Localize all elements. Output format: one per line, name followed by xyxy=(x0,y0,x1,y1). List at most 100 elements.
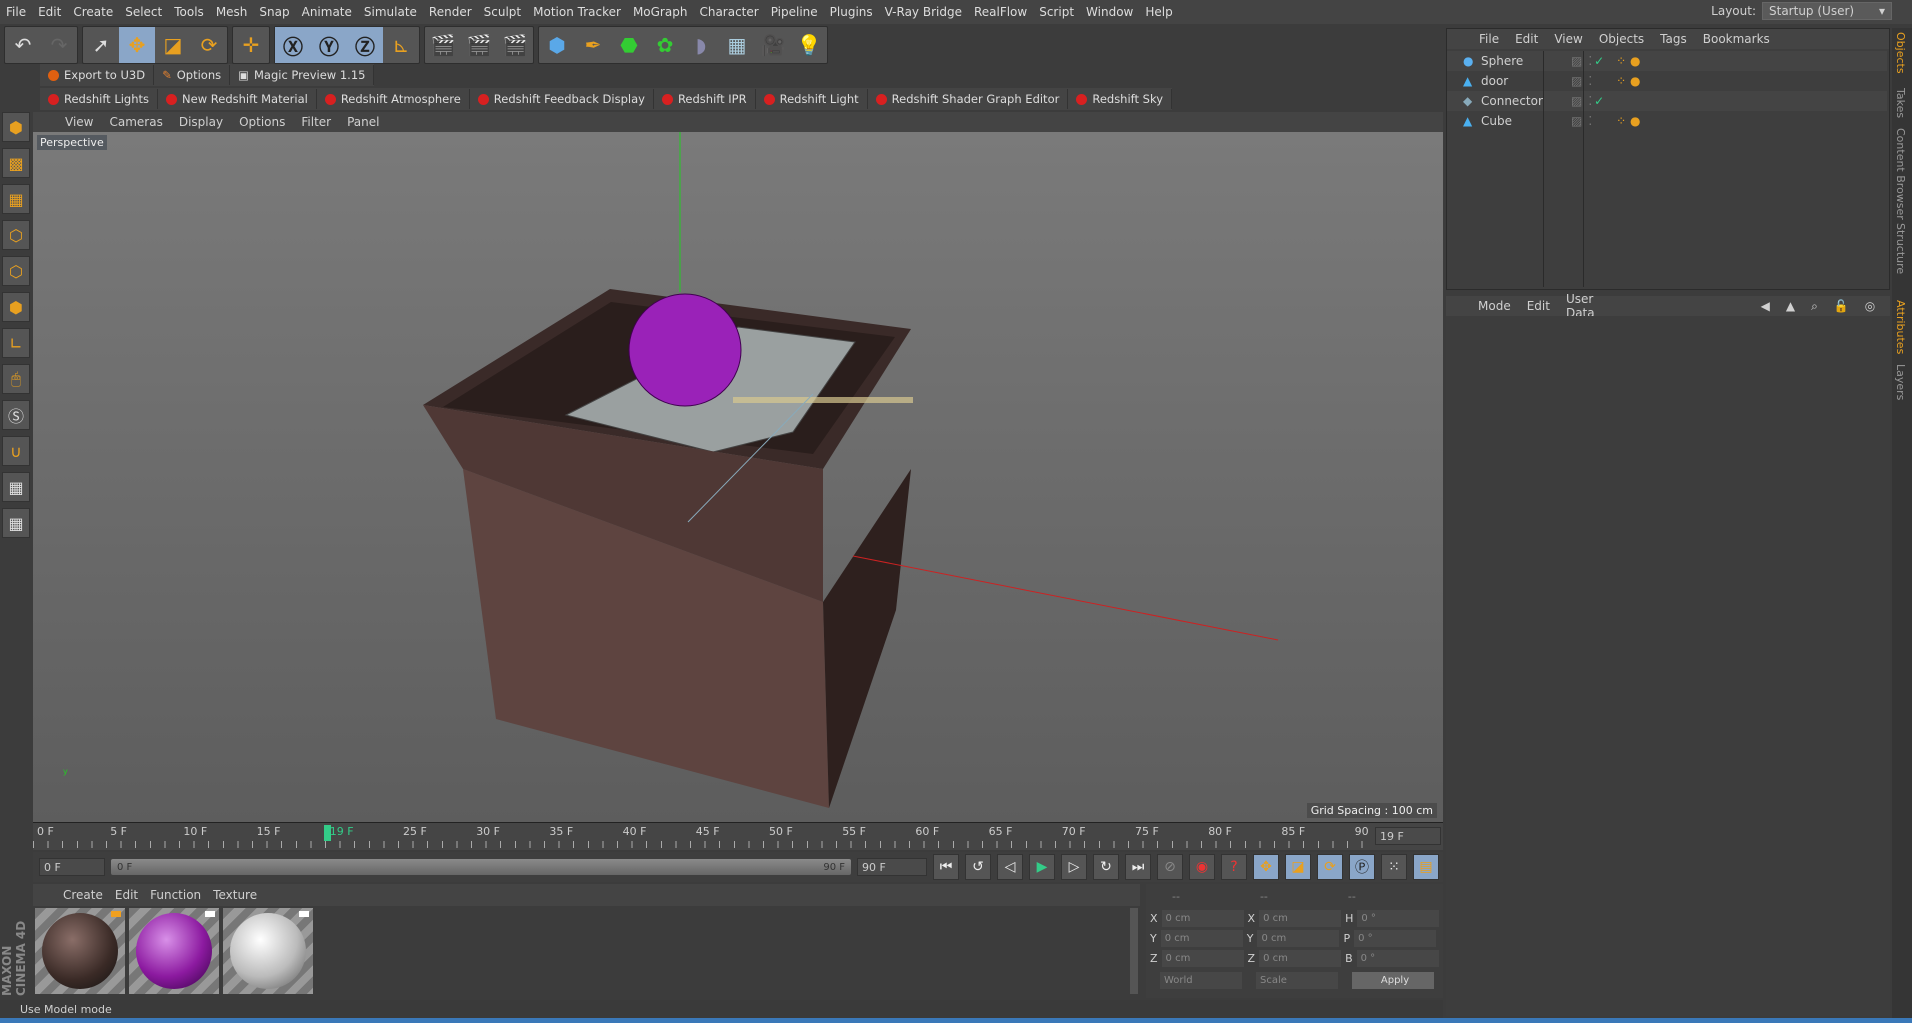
range-slider[interactable]: 0 F 90 F xyxy=(111,859,851,875)
model-mode-icon[interactable]: ⬢ xyxy=(2,112,30,142)
up-arrow-icon[interactable]: ▲ xyxy=(1778,299,1803,313)
lock-icon[interactable]: 🔓 xyxy=(1826,299,1857,313)
go-to-start-icon[interactable]: ⏮ xyxy=(933,854,959,880)
tweak-icon[interactable]: 🖱 xyxy=(2,364,30,394)
go-to-end-icon[interactable]: ⏭ xyxy=(1125,854,1151,880)
keyframe-help-icon[interactable]: ? xyxy=(1221,854,1247,880)
object-row-connector[interactable]: ◆ Connector ▨ ⁚ ✓ xyxy=(1447,91,1887,111)
attr-menu-mode[interactable]: Mode xyxy=(1470,299,1519,313)
visibility-dots-icon[interactable]: ⁚ xyxy=(1588,114,1592,128)
magic-preview-button[interactable]: ▣ Magic Preview 1.15 xyxy=(230,65,375,85)
redshift-sky-button[interactable]: Redshift Sky xyxy=(1068,89,1173,109)
rot-h-field[interactable]: 0 ° xyxy=(1357,910,1440,927)
render-view-icon[interactable]: 🎬 xyxy=(425,27,461,63)
polygons-mode-icon[interactable]: ⬢ xyxy=(2,292,30,322)
playhead[interactable] xyxy=(324,825,331,841)
y-axis-icon[interactable]: Ⓨ xyxy=(311,27,347,63)
export-u3d-button[interactable]: Export to U3D xyxy=(40,65,155,85)
visibility-dots-icon[interactable]: ⁚ xyxy=(1588,94,1592,108)
rot-b-field[interactable]: 0 ° xyxy=(1356,950,1439,967)
material-menu-texture[interactable]: Texture xyxy=(207,888,263,902)
menu-window[interactable]: Window xyxy=(1080,5,1139,19)
perspective-label[interactable]: Perspective xyxy=(37,135,107,150)
viewport-menu-display[interactable]: Display xyxy=(171,115,231,129)
texture-mode-icon[interactable]: ▩ xyxy=(2,148,30,178)
viewport-menu-filter[interactable]: Filter xyxy=(293,115,339,129)
rot-p-field[interactable]: 0 ° xyxy=(1354,930,1437,947)
tab-takes[interactable]: Takes xyxy=(1894,88,1907,118)
lock-grid-icon[interactable]: ▦ xyxy=(2,472,30,502)
search-icon[interactable]: ⌕ xyxy=(1803,299,1826,314)
back-arrow-icon[interactable]: ◀ xyxy=(1753,299,1778,313)
axis-icon[interactable]: ∟ xyxy=(2,328,30,358)
redshift-light-button[interactable]: Redshift Light xyxy=(756,89,868,109)
play-icon[interactable]: ▶ xyxy=(1029,854,1055,880)
redshift-shader-graph-editor-button[interactable]: Redshift Shader Graph Editor xyxy=(868,89,1069,109)
menu-simulate[interactable]: Simulate xyxy=(358,5,423,19)
select-arrow-icon[interactable]: ➚ xyxy=(83,27,119,63)
size-x-field[interactable]: 0 cm xyxy=(1259,910,1342,927)
tab-attributes[interactable]: Attributes xyxy=(1894,300,1907,354)
snap-s-icon[interactable]: Ⓢ xyxy=(2,400,30,430)
size-y-field[interactable]: 0 cm xyxy=(1257,930,1340,947)
floor-icon[interactable]: ▦ xyxy=(719,27,755,63)
tag-icons[interactable]: ⁘ ● xyxy=(1616,54,1640,68)
visibility-dots-icon[interactable]: ⁚ xyxy=(1588,54,1592,68)
rotate-icon[interactable]: ⟳ xyxy=(191,27,227,63)
target-icon[interactable]: ◎ xyxy=(1857,299,1883,313)
z-axis-icon[interactable]: Ⓩ xyxy=(347,27,383,63)
coordinate-system-icon[interactable]: ⊾ xyxy=(383,27,419,63)
cloner-icon[interactable]: ✿ xyxy=(647,27,683,63)
viewport-menu-panel[interactable]: Panel xyxy=(339,115,387,129)
material-brown[interactable] xyxy=(35,908,125,994)
visibility-dots-icon[interactable]: ⁚ xyxy=(1588,74,1592,88)
attr-menu-edit[interactable]: Edit xyxy=(1519,299,1558,313)
object-row-cube[interactable]: ▲ Cube ▨ ⁚ ⁘ ● xyxy=(1447,111,1887,131)
menu-help[interactable]: Help xyxy=(1139,5,1178,19)
obj-menu-view[interactable]: View xyxy=(1546,32,1590,46)
start-frame-field[interactable]: 0 F xyxy=(39,858,105,876)
world-dropdown[interactable]: World xyxy=(1160,972,1242,989)
obj-menu-file[interactable]: File xyxy=(1471,32,1507,46)
pos-z-field[interactable]: 0 cm xyxy=(1161,950,1244,967)
scale-icon[interactable]: ◪ xyxy=(155,27,191,63)
next-key-icon[interactable]: ↻ xyxy=(1093,854,1119,880)
options-button[interactable]: ✎ Options xyxy=(154,65,231,85)
tab-content-browser[interactable]: Content Browser xyxy=(1894,128,1907,220)
light-icon[interactable]: 💡 xyxy=(791,27,827,63)
menu-mesh[interactable]: Mesh xyxy=(210,5,254,19)
menu-animate[interactable]: Animate xyxy=(296,5,358,19)
next-frame-icon[interactable]: ▷ xyxy=(1061,854,1087,880)
end-frame-field[interactable]: 90 F xyxy=(857,858,927,876)
key-rotation-icon[interactable]: ⟳ xyxy=(1317,854,1343,880)
timeline-window-icon[interactable]: ▤ xyxy=(1413,854,1439,880)
menu-tools[interactable]: Tools xyxy=(168,5,210,19)
material-purple[interactable] xyxy=(129,908,219,994)
camera-icon[interactable]: 🎥 xyxy=(755,27,791,63)
redo-icon[interactable]: ↷ xyxy=(41,27,77,63)
key-scale-icon[interactable]: ◪ xyxy=(1285,854,1311,880)
cube-icon[interactable]: ⬢ xyxy=(539,27,575,63)
material-menu-edit[interactable]: Edit xyxy=(109,888,144,902)
new-redshift-material-button[interactable]: New Redshift Material xyxy=(158,89,317,109)
menu-sculpt[interactable]: Sculpt xyxy=(478,5,527,19)
material-menu-function[interactable]: Function xyxy=(144,888,207,902)
menu-vray-bridge[interactable]: V-Ray Bridge xyxy=(879,5,968,19)
obj-menu-tags[interactable]: Tags xyxy=(1652,32,1695,46)
key-pla-icon[interactable]: ⁙ xyxy=(1381,854,1407,880)
tab-structure[interactable]: Structure xyxy=(1894,223,1907,274)
previous-frame-icon[interactable]: ◁ xyxy=(997,854,1023,880)
menu-script[interactable]: Script xyxy=(1033,5,1080,19)
tag-icons[interactable]: ⁘ ● xyxy=(1616,114,1640,128)
timeline[interactable]: 0 F 5 F 10 F 15 F 19 F 25 F 30 F 35 F 40 F 45 F 50… xyxy=(33,822,1443,850)
redshift-ipr-button[interactable]: Redshift IPR xyxy=(654,89,756,109)
pos-y-field[interactable]: 0 cm xyxy=(1160,930,1243,947)
pen-icon[interactable]: ✒ xyxy=(575,27,611,63)
material-menu-create[interactable]: Create xyxy=(57,888,109,902)
scale-dropdown[interactable]: Scale xyxy=(1256,972,1338,989)
object-row-door[interactable]: ▲ door ▨ ⁚ ⁘ ● xyxy=(1447,71,1887,91)
pos-x-field[interactable]: 0 cm xyxy=(1161,910,1244,927)
menu-create[interactable]: Create xyxy=(67,5,119,19)
redshift-atmosphere-button[interactable]: Redshift Atmosphere xyxy=(317,89,470,109)
current-frame-field[interactable]: 19 F xyxy=(1375,827,1441,845)
